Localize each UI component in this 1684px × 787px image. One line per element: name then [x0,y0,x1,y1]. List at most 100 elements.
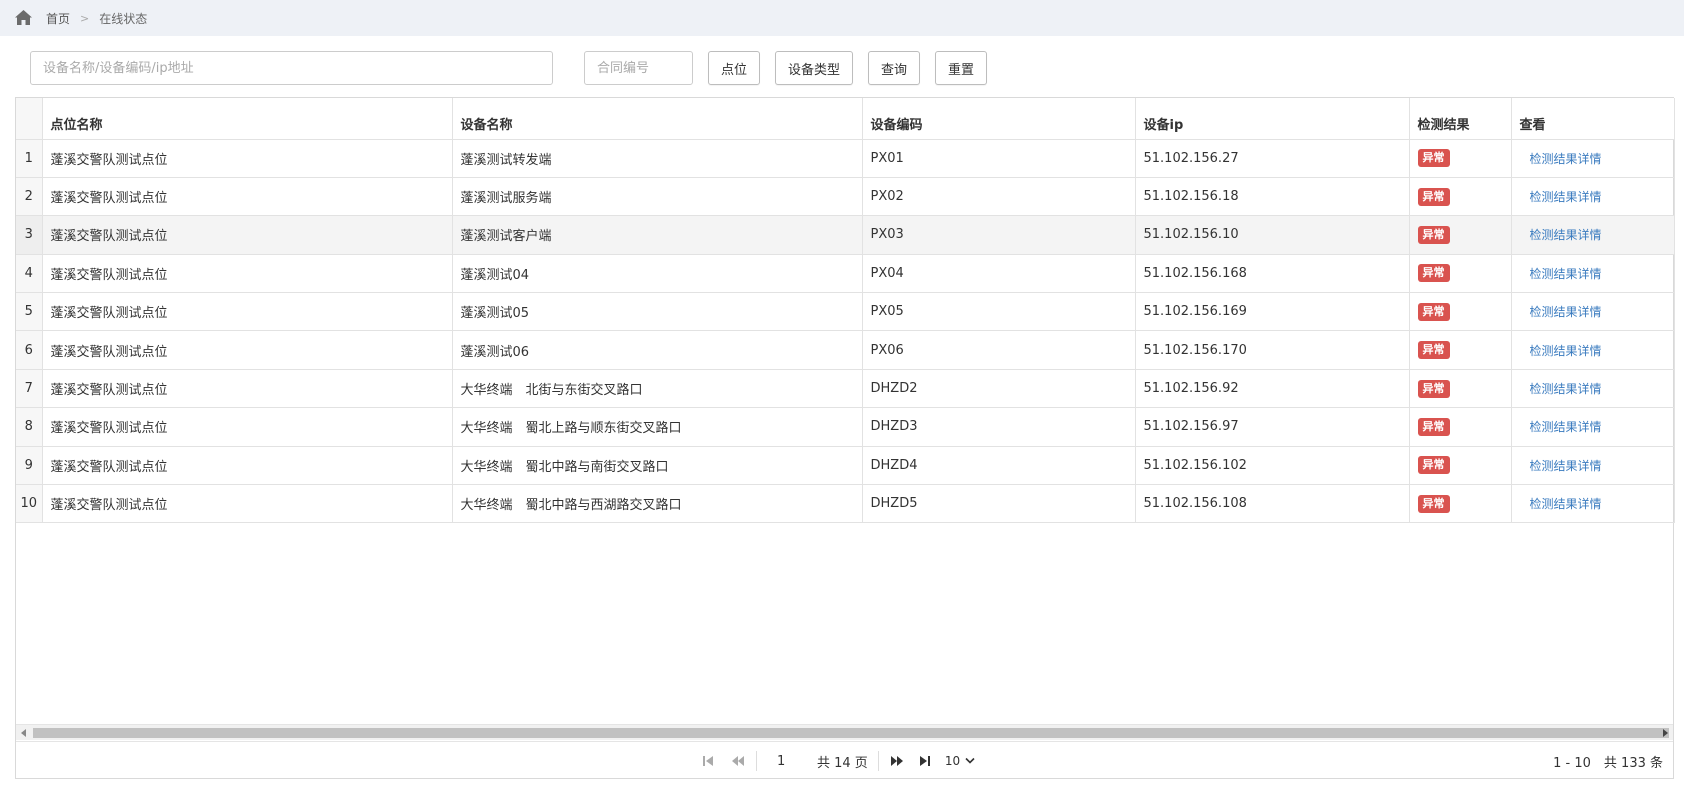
status-badge: 异常 [1417,456,1450,475]
detail-link[interactable]: 检测结果详情 [1520,267,1602,281]
device-ip-cell: 51.102.156.169 [1135,292,1410,332]
result-cell: 异常 [1409,407,1512,447]
row-index: 2 [16,177,43,217]
point-name-cell: 蓬溪交警队测试点位 [42,407,453,447]
row-index: 1 [16,139,43,178]
table-row[interactable]: 10 蓬溪交警队测试点位 大华终端 蜀北中路与西湖路交叉路口 DHZD5 51.… [16,484,1675,524]
point-name-cell: 蓬溪交警队测试点位 [42,292,453,332]
device-name-cell: 大华终端 蜀北中路与南街交叉路口 [452,446,863,486]
detail-link[interactable]: 检测结果详情 [1520,190,1602,204]
device-ip-cell: 51.102.156.168 [1135,254,1410,294]
table-row[interactable]: 8 蓬溪交警队测试点位 大华终端 蜀北上路与顺东街交叉路口 DHZD3 51.1… [16,407,1675,447]
device-ip-cell: 51.102.156.27 [1135,139,1410,178]
table-row[interactable]: 4 蓬溪交警队测试点位 蓬溪测试04 PX04 51.102.156.168 异… [16,254,1675,294]
detail-link[interactable]: 检测结果详情 [1520,344,1602,358]
scroll-right-icon[interactable] [1663,729,1668,737]
header-point-name[interactable]: 点位名称 [42,98,453,140]
table-row[interactable]: 1 蓬溪交警队测试点位 蓬溪测试转发端 PX01 51.102.156.27 异… [16,139,1675,178]
contract-number-input[interactable] [584,51,693,85]
point-name-cell: 蓬溪交警队测试点位 [42,369,453,409]
first-page-icon[interactable] [700,753,716,769]
device-type-button[interactable]: 设备类型 [775,51,854,85]
device-name-cell: 蓬溪测试06 [452,330,863,370]
view-cell: 检测结果详情 [1511,369,1675,409]
view-cell: 检测结果详情 [1511,215,1675,255]
last-page-icon[interactable] [917,753,933,769]
page-number-input[interactable] [777,749,817,773]
header-device-ip[interactable]: 设备ip [1135,98,1410,140]
breadcrumb-home[interactable]: 首页 [46,10,70,27]
breadcrumb: 首页 > 在线状态 [0,0,1684,36]
view-cell: 检测结果详情 [1511,407,1675,447]
page-size-select[interactable]: 10 [945,754,975,768]
detail-link[interactable]: 检测结果详情 [1520,228,1602,242]
point-name-cell: 蓬溪交警队测试点位 [42,177,453,217]
point-name-cell: 蓬溪交警队测试点位 [42,330,453,370]
point-name-cell: 蓬溪交警队测试点位 [42,215,453,255]
device-code-cell: DHZD4 [862,446,1136,486]
detail-link[interactable]: 检测结果详情 [1520,420,1602,434]
result-cell: 异常 [1409,254,1512,294]
header-result[interactable]: 检测结果 [1409,98,1512,140]
breadcrumb-current: 在线状态 [99,11,148,26]
prev-page-icon[interactable] [730,753,746,769]
device-name-cell: 蓬溪测试服务端 [452,177,863,217]
table-row[interactable]: 2 蓬溪交警队测试点位 蓬溪测试服务端 PX02 51.102.156.18 异… [16,177,1675,217]
row-index: 4 [16,254,43,294]
table-row[interactable]: 9 蓬溪交警队测试点位 大华终端 蜀北中路与南街交叉路口 DHZD4 51.10… [16,446,1675,486]
result-cell: 异常 [1409,292,1512,332]
detail-link[interactable]: 检测结果详情 [1520,459,1602,473]
table-row[interactable]: 5 蓬溪交警队测试点位 蓬溪测试05 PX05 51.102.156.169 异… [16,292,1675,332]
filter-toolbar: 点位 设备类型 查询 重置 [30,51,988,85]
search-input[interactable] [30,51,553,85]
row-index: 3 [16,215,43,255]
view-cell: 检测结果详情 [1511,139,1675,178]
detail-link[interactable]: 检测结果详情 [1520,152,1602,166]
header-device-code[interactable]: 设备编码 [862,98,1136,140]
view-cell: 检测结果详情 [1511,484,1675,524]
device-name-cell: 蓬溪测试客户端 [452,215,863,255]
status-badge: 异常 [1417,225,1450,244]
table-row[interactable]: 7 蓬溪交警队测试点位 大华终端 北街与东街交叉路口 DHZD2 51.102.… [16,369,1675,409]
table-row[interactable]: 6 蓬溪交警队测试点位 蓬溪测试06 PX06 51.102.156.170 异… [16,330,1675,370]
header-view[interactable]: 查看 [1511,98,1675,140]
result-cell: 异常 [1409,369,1512,409]
reset-button[interactable]: 重置 [935,51,988,85]
scrollbar-thumb[interactable] [33,728,1669,738]
device-name-cell: 大华终端 蜀北中路与西湖路交叉路口 [452,484,863,524]
horizontal-scrollbar[interactable] [16,724,1673,740]
device-ip-cell: 51.102.156.102 [1135,446,1410,486]
device-ip-cell: 51.102.156.18 [1135,177,1410,217]
point-name-cell: 蓬溪交警队测试点位 [42,139,453,178]
device-code-cell: PX05 [862,292,1136,332]
detail-link[interactable]: 检测结果详情 [1520,382,1602,396]
query-button[interactable]: 查询 [868,51,921,85]
table-header-row: 点位名称 设备名称 设备编码 设备ip 检测结果 查看 [16,98,1675,140]
header-device-name[interactable]: 设备名称 [452,98,863,140]
point-name-cell: 蓬溪交警队测试点位 [42,254,453,294]
device-code-cell: DHZD3 [862,407,1136,447]
point-button[interactable]: 点位 [708,51,761,85]
page-size-value: 10 [944,754,961,768]
device-table: 点位名称 设备名称 设备编码 设备ip 检测结果 查看 1 蓬溪交警队测试点位 … [16,98,1675,524]
device-name-cell: 蓬溪测试05 [452,292,863,332]
row-index: 5 [16,292,43,332]
detail-link[interactable]: 检测结果详情 [1520,497,1602,511]
device-code-cell: PX01 [862,139,1136,178]
point-name-cell: 蓬溪交警队测试点位 [42,484,453,524]
detail-link[interactable]: 检测结果详情 [1520,305,1602,319]
device-code-cell: PX03 [862,215,1136,255]
status-badge: 异常 [1417,187,1450,206]
view-cell: 检测结果详情 [1511,292,1675,332]
table-row[interactable]: 3 蓬溪交警队测试点位 蓬溪测试客户端 PX03 51.102.156.10 异… [16,215,1675,255]
result-cell: 异常 [1409,215,1512,255]
scroll-left-icon[interactable] [21,729,26,737]
home-icon[interactable] [14,9,34,27]
view-cell: 检测结果详情 [1511,177,1675,217]
device-name-cell: 蓬溪测试04 [452,254,863,294]
device-ip-cell: 51.102.156.170 [1135,330,1410,370]
next-page-icon[interactable] [889,753,905,769]
view-cell: 检测结果详情 [1511,446,1675,486]
view-cell: 检测结果详情 [1511,330,1675,370]
chevron-down-icon [965,757,975,764]
